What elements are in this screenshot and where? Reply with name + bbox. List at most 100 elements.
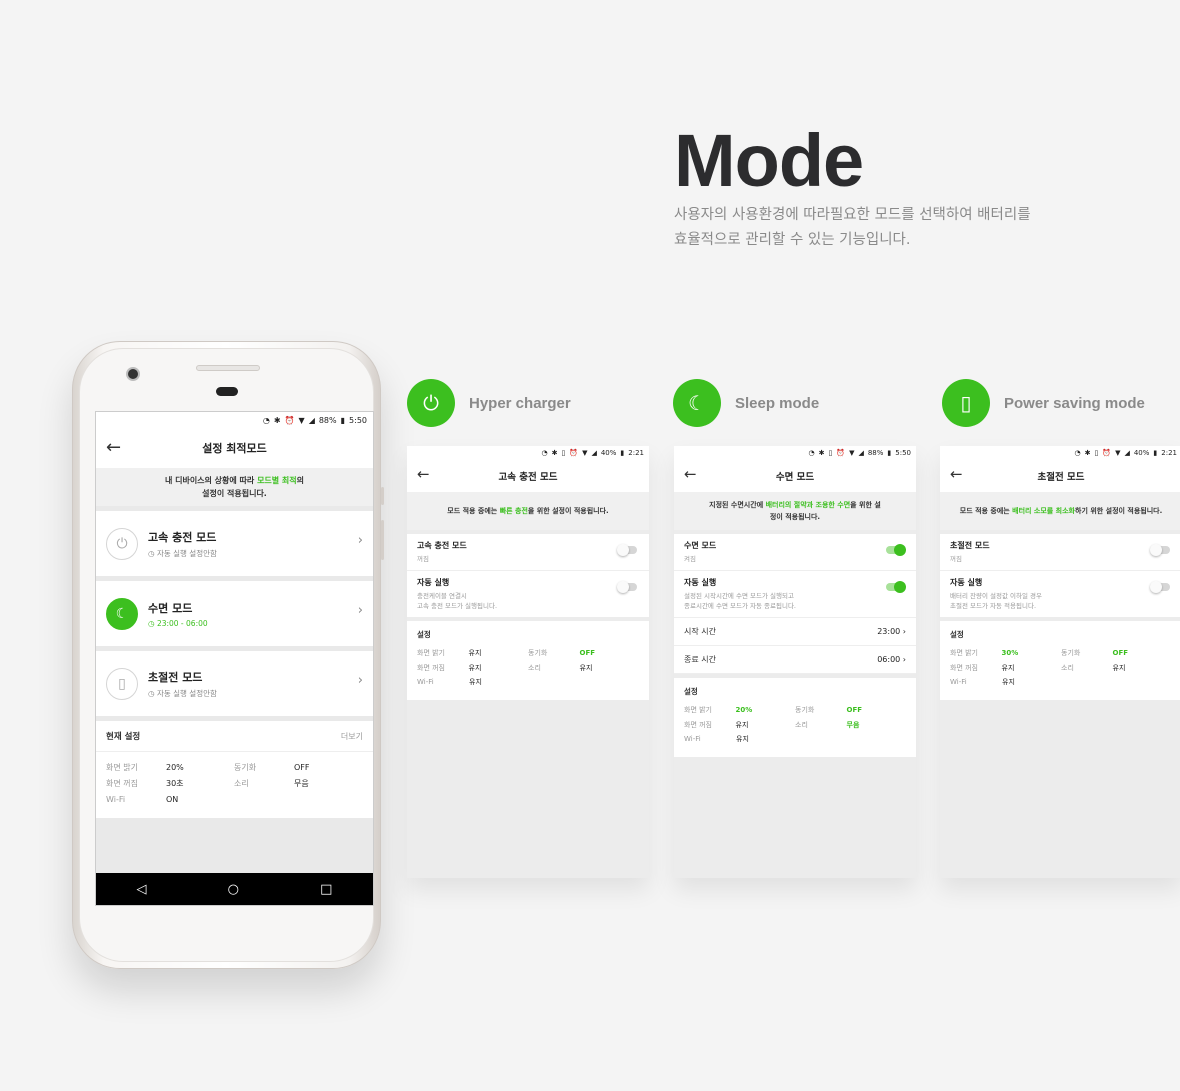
mode-schedule: ◷ 자동 실행 설정안함 xyxy=(148,688,217,698)
status-bar: ◔ ✱ ▯ ⏰ ▼ ◢ 40% ▮ 2:21 xyxy=(940,446,1180,460)
row-title: 자동 실행 xyxy=(950,578,983,587)
setting-row: Wi-Fi ON xyxy=(106,792,363,808)
chevron-right-icon: › xyxy=(357,533,363,548)
info-banner: 지정된 수면시간에 배터리의 절약과 조용한 수면을 위한 설 정이 적용됩니다. xyxy=(674,492,916,530)
setting-key: Wi-Fi xyxy=(106,795,126,804)
setting-row: 화면 밝기 30% 동기화 OFF xyxy=(950,646,1172,661)
screen-sleep-mode: ◔ ✱ ▯ ⏰ ▼ ◢ 88% ▮ 5:50 ← 수면 모드 지정된 수면시간에 배터리의 … xyxy=(674,446,916,878)
setting-value: OFF xyxy=(1112,649,1129,657)
bluetooth-icon: ✱ xyxy=(818,449,825,457)
nav-home-icon[interactable]: ○ xyxy=(228,882,239,897)
setting-key: 소리 xyxy=(1061,663,1074,672)
setting-value: OFF xyxy=(579,649,596,657)
feature-power-saving: ▯ Power saving mode xyxy=(942,379,1145,427)
sync-icon: ◔ xyxy=(262,415,270,425)
mode-toggle-row: 수면 모드 켜짐 xyxy=(674,534,916,571)
auto-run-toggle[interactable] xyxy=(1150,581,1170,593)
banner-text: 모드 적용 중에는 xyxy=(959,507,1013,515)
banner-text: 지정된 수면시간에 xyxy=(709,501,766,509)
hero-desc-line2: 효율적으로 관리할 수 있는 기능입니다. xyxy=(674,232,911,248)
sync-icon: ◔ xyxy=(541,449,548,457)
row-status: 꺼짐 xyxy=(417,555,429,563)
more-link[interactable]: 더보기 xyxy=(341,731,363,742)
auto-run-row: 자동 실행 충전케이블 연결시 고속 충전 모드가 실행됩니다. xyxy=(407,571,649,617)
setting-row: 화면 밝기 20% 동기화 OFF xyxy=(106,760,363,776)
setting-key: 동기화 xyxy=(795,706,815,714)
hero-desc-line1: 사용자의 사용환경에 따라필요한 모드를 선택하여 배터리를 xyxy=(674,207,1031,223)
speaker-grille xyxy=(196,365,260,371)
feature-sleep-mode: ☾ Sleep mode xyxy=(673,379,819,427)
setting-key: 화면 꺼짐 xyxy=(106,779,138,788)
start-time-row[interactable]: 시작 시간 23:00 › xyxy=(674,618,916,646)
info-banner: 내 디바이스의 상황에 따라 모드별 최적의 설정이 적용됩니다. xyxy=(96,468,373,506)
clock: 2:21 xyxy=(628,449,644,457)
start-time-label: 시작 시간 xyxy=(684,627,716,636)
banner-text: 정이 적용됩니다. xyxy=(769,513,821,521)
setting-value: 30초 xyxy=(166,779,184,788)
banner-text: 모드 적용 중에는 xyxy=(447,507,500,515)
feature-title: Hyper charger xyxy=(469,394,571,412)
setting-value: 유지 xyxy=(1001,663,1015,672)
setting-row: 화면 밝기 유지 동기화 OFF xyxy=(417,646,639,661)
setting-row: Wi-Fi 유지 xyxy=(684,732,906,747)
setting-value: 20% xyxy=(735,706,753,714)
signal-icon: ◢ xyxy=(308,415,315,425)
end-time-row[interactable]: 종료 시간 06:00 › xyxy=(674,646,916,674)
banner-highlight: 배터리의 절약과 조용한 수면 xyxy=(765,501,851,509)
page-title: 고속 충전 모드 xyxy=(498,472,558,483)
phone-bezel: ◔ ✱ ⏰ ▼ ◢ 88% ▮ 5:50 ← 설정 최적모드 내 디바이스의 상… xyxy=(79,348,374,962)
mode-toggle[interactable] xyxy=(886,544,906,556)
auto-run-toggle[interactable] xyxy=(617,581,637,593)
battery-percent: 88% xyxy=(318,415,337,425)
alarm-icon: ⏰ xyxy=(836,449,846,457)
setting-value: 유지 xyxy=(1002,678,1015,686)
setting-value: 유지 xyxy=(736,735,749,743)
nav-recents-icon[interactable]: □ xyxy=(320,882,332,897)
battery-percent: 40% xyxy=(1133,449,1150,457)
mode-toggle[interactable] xyxy=(1150,544,1170,556)
settings-title: 설정 xyxy=(950,630,964,639)
settings-title: 설정 xyxy=(417,630,431,639)
row-title: 자동 실행 xyxy=(417,578,450,587)
moon-icon: ☾ xyxy=(106,597,138,630)
plug-icon: ⏻ xyxy=(106,527,138,560)
back-arrow-icon[interactable]: ← xyxy=(950,465,963,483)
feature-hyper-charger: ⏻ Hyper charger xyxy=(407,379,571,427)
plug-icon: ⏻ xyxy=(407,379,455,427)
mode-controls: 초절전 모드 꺼짐 자동 실행 배터리 잔량이 설정값 이하일 경우 초절전 모드… xyxy=(940,534,1180,617)
setting-value: 유지 xyxy=(735,720,749,729)
mode-item-hyper-charge[interactable]: ⏻ 고속 충전 모드 ◷ 자동 실행 설정안함 › xyxy=(96,511,373,576)
setting-value: 무음 xyxy=(846,720,860,729)
setting-key: 화면 밝기 xyxy=(950,649,978,657)
alarm-icon: ⏰ xyxy=(284,415,295,425)
vibrate-icon: ▯ xyxy=(1094,449,1099,457)
setting-key: 화면 꺼짐 xyxy=(950,663,978,672)
mode-name: 수면 모드 xyxy=(148,601,193,615)
mode-item-power-saving[interactable]: ▯ 초절전 모드 ◷ 자동 실행 설정안함 › xyxy=(96,651,373,716)
current-settings-list: 화면 밝기 20% 동기화 OFF 화면 꺼짐 30초 소리 무음 Wi-Fi … xyxy=(96,751,373,818)
settings-summary: 설정 화면 밝기 30% 동기화 OFF 화면 꺼짐 유지 소리 유지 Wi-Fi 유지 xyxy=(940,621,1180,700)
auto-run-toggle[interactable] xyxy=(886,581,906,593)
screen-power-saving: ◔ ✱ ▯ ⏰ ▼ ◢ 40% ▮ 2:21 ← 초절전 모드 모드 적용 중에는 배터리 … xyxy=(940,446,1180,878)
setting-key: 동기화 xyxy=(1061,649,1081,657)
hero-description: 사용자의 사용환경에 따라필요한 모드를 선택하여 배터리를 효율적으로 관리할… xyxy=(674,203,1094,253)
setting-key: 화면 밝기 xyxy=(417,649,445,657)
mode-item-sleep[interactable]: ☾ 수면 모드 ◷ 23:00 - 06:00 › xyxy=(96,581,373,646)
camera-icon xyxy=(126,367,140,381)
setting-key: 소리 xyxy=(528,663,541,672)
setting-key: 소리 xyxy=(234,779,249,788)
back-arrow-icon[interactable]: ← xyxy=(684,465,697,483)
setting-value: 유지 xyxy=(1112,663,1126,672)
mode-toggle[interactable] xyxy=(617,544,637,556)
signal-icon: ◢ xyxy=(1124,449,1130,457)
nav-back-icon[interactable]: ◁ xyxy=(137,882,147,897)
setting-row: Wi-Fi 유지 xyxy=(950,675,1172,690)
back-arrow-icon[interactable]: ← xyxy=(106,437,121,458)
row-title: 고속 충전 모드 xyxy=(417,541,467,550)
back-arrow-icon[interactable]: ← xyxy=(417,465,430,483)
status-bar: ◔ ✱ ▯ ⏰ ▼ ◢ 40% ▮ 2:21 xyxy=(407,446,649,460)
sensor xyxy=(216,387,238,396)
vibrate-icon: ▯ xyxy=(561,449,566,457)
banner-highlight: 빠른 충전 xyxy=(499,507,528,515)
setting-row: 화면 밝기 20% 동기화 OFF xyxy=(684,703,906,718)
